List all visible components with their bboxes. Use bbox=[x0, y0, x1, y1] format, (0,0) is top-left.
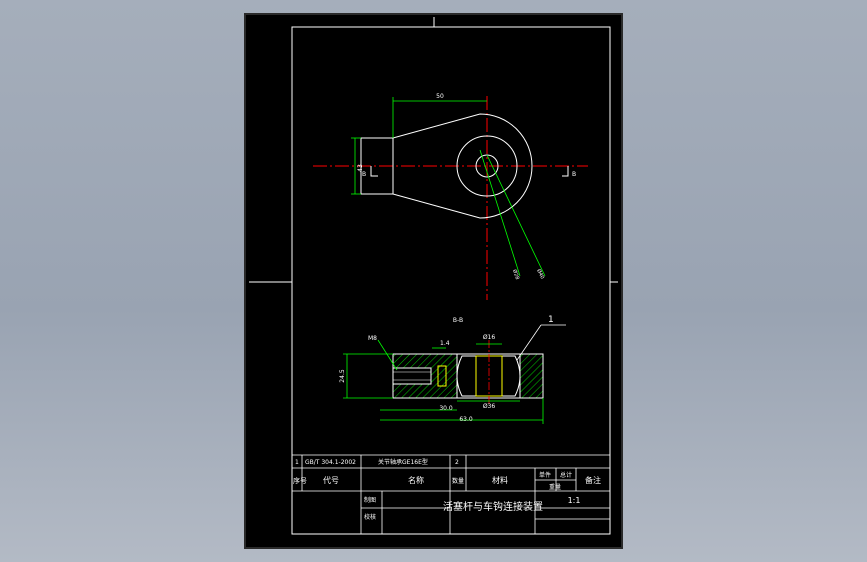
bom-name: 关节轴承GE16E型 bbox=[378, 458, 428, 466]
dim-50-text: 50 bbox=[436, 93, 444, 100]
threaded-hole bbox=[392, 367, 432, 385]
section-title: B-B bbox=[453, 317, 463, 324]
inner-border bbox=[291, 26, 611, 535]
dim-diag-1-text: Ø28 bbox=[511, 268, 521, 280]
dim-diag-2-text: Ø40 bbox=[535, 268, 546, 280]
header-index: 序号 bbox=[293, 476, 307, 485]
dim-diag-line-1 bbox=[479, 149, 521, 277]
bom-qty: 2 bbox=[455, 459, 459, 466]
designer-label: 制图 bbox=[364, 496, 376, 504]
section-view: B-B 24.5 M8 1.4 Ø16 Ø36 30.0 63.0 1 bbox=[339, 315, 566, 424]
cad-drawing: 50 43 Ø28 Ø40 B B B-B 24.5 M8 1.4 Ø16 Ø3… bbox=[249, 17, 618, 535]
body-hatch-right bbox=[519, 353, 544, 399]
header-weight: 重量 bbox=[549, 483, 561, 491]
header-remark: 备注 bbox=[585, 475, 601, 485]
dim-63-text: 63.0 bbox=[459, 416, 473, 423]
bearing-bore bbox=[456, 353, 521, 399]
dim-height-text: 24.5 bbox=[339, 369, 346, 383]
bom-index: 1 bbox=[295, 459, 299, 466]
drawing-title: 活塞杆与车钩连接装置 bbox=[443, 500, 543, 513]
header-material: 材料 bbox=[492, 475, 508, 485]
dim-m8-text: M8 bbox=[368, 335, 377, 342]
balloon-number: 1 bbox=[548, 315, 554, 325]
checker-label: 校核 bbox=[364, 513, 376, 521]
title-block-text: 1 GB/T 304.1-2002 关节轴承GE16E型 2 序号 代号 名称 … bbox=[293, 458, 601, 521]
drawing-scale: 1:1 bbox=[568, 496, 581, 505]
dim-1-4-text: 1.4 bbox=[440, 340, 450, 347]
section-mark-right: B bbox=[572, 171, 576, 178]
top-view: 50 43 Ø28 Ø40 B B bbox=[313, 93, 588, 300]
header-total-weight: 总计 bbox=[560, 471, 572, 479]
section-mark-left: B bbox=[362, 171, 366, 178]
header-qty: 数量 bbox=[452, 477, 464, 485]
section-arrow-right bbox=[562, 166, 569, 177]
section-arrow-left bbox=[370, 166, 378, 177]
bom-code: GB/T 304.1-2002 bbox=[305, 459, 356, 466]
dim-phi-text: Ø16 bbox=[483, 334, 496, 341]
header-unit-weight: 单件 bbox=[539, 471, 551, 479]
header-code: 代号 bbox=[323, 475, 339, 485]
dim-30-text: 30.0 bbox=[439, 405, 453, 412]
title-block bbox=[292, 454, 610, 534]
dim-phi-bottom-text: Ø36 bbox=[483, 403, 496, 410]
header-name: 名称 bbox=[408, 475, 424, 485]
